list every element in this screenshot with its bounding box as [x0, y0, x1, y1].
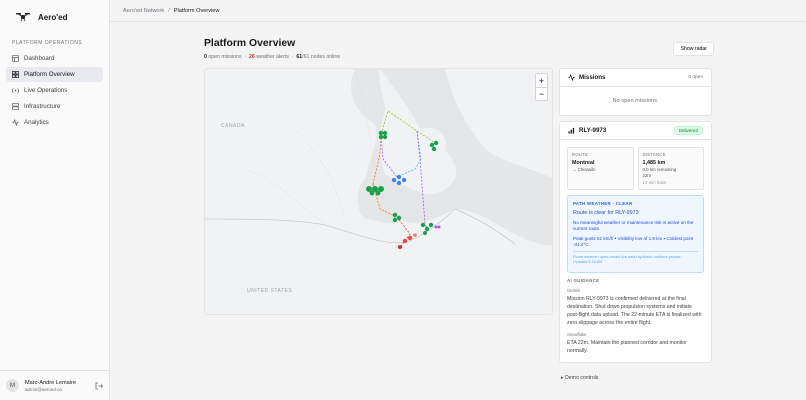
nodes-online-count: 61 — [296, 54, 303, 60]
sidebar-item-label: Platform Overview — [24, 71, 75, 78]
hubs-value: 12 min base — [642, 180, 667, 185]
breadcrumb-separator: / — [168, 7, 170, 14]
radio-icon — [12, 88, 19, 93]
drone-logo-icon — [16, 13, 30, 22]
weather-alerts-label: weather alerts — [256, 54, 289, 60]
user-profile: M Marc-Andre Lemaire admin@aeroed.ca — [0, 370, 109, 400]
guidance-gemini-text: Mission RLY-9973 is confirmed delivered … — [567, 296, 702, 326]
user-name: Marc-Andre Lemaire — [25, 379, 76, 386]
distance-label: DISTANCE — [642, 152, 666, 157]
distance-value: 1,485 km — [642, 160, 666, 166]
server-icon — [12, 103, 19, 110]
open-missions-count: 0 — [204, 54, 207, 60]
route-destination: → Chisasibi — [572, 167, 596, 172]
map-label-usa: UNITED STATES — [247, 288, 292, 294]
overview-stats: 0 open missions · 26 weather alerts · 61… — [204, 54, 341, 60]
sidebar: Aero'ed PLATFORM OPERATIONS Dashboard Pl… — [0, 0, 110, 400]
ai-guidance: AI GUIDANCE Gemini Mission RLY-9973 is c… — [567, 273, 704, 355]
nodes-total: 61 — [303, 54, 310, 60]
mission-id: RLY-9973 — [579, 127, 607, 134]
status-badge: Delivered — [673, 126, 703, 135]
route-label: ROUTE — [572, 152, 589, 157]
activity-icon — [12, 119, 19, 126]
open-missions-label: open missions — [208, 54, 242, 60]
eta-value: 22m — [642, 173, 652, 178]
sidebar-item-label: Analytics — [24, 119, 49, 126]
sidebar-item-infrastructure[interactable]: Infrastructure — [6, 99, 103, 114]
overview-icon — [12, 71, 19, 78]
avatar: M — [6, 379, 19, 392]
sidebar-item-dashboard[interactable]: Dashboard — [6, 51, 103, 66]
guidance-snowflake-label: Snowflake — [567, 332, 587, 337]
weather-source: Route weather: open-meteo live-data+synt… — [573, 251, 698, 265]
weather-alerts-count: 26 — [249, 54, 255, 60]
demo-controls-toggle[interactable]: ▸ Demo controls — [559, 375, 712, 381]
zoom-out-button[interactable]: − — [536, 87, 547, 100]
weather-title: PATH WEATHER · CLEAR — [573, 201, 633, 206]
sidebar-item-platform-overview[interactable]: Platform Overview — [6, 67, 103, 82]
breadcrumb-root[interactable]: Aero'ed Network — [123, 8, 164, 14]
weather-metrics: Peak gusts 61 km/h • Visibility low of 1… — [573, 236, 694, 247]
show-radar-button[interactable]: Show radar — [673, 42, 714, 56]
side-panel: Missions 0 open No open missions. RLY-99… — [559, 68, 712, 381]
missions-empty: No open missions. — [612, 98, 659, 104]
distance-remaining: 0.0 km remaining — [642, 167, 677, 172]
weather-summary: Route is clear for RLY-9973 — [573, 210, 639, 216]
mission-detail-card: RLY-9973 Delivered ROUTE Montreal → Chis… — [559, 121, 712, 363]
zoom-control: + − — [535, 73, 548, 101]
logout-icon[interactable] — [95, 382, 103, 390]
guidance-heading: AI GUIDANCE — [567, 278, 600, 283]
network-map[interactable]: CANADA UNITED STATES + − — [204, 68, 553, 315]
sidebar-item-live-operations[interactable]: Live Operations — [6, 83, 103, 98]
main-area: Aero'ed Network / Platform Overview Plat… — [110, 0, 806, 400]
map-label-canada: CANADA — [221, 123, 245, 129]
sidebar-item-label: Live Operations — [24, 87, 68, 94]
page-title: Platform Overview — [204, 38, 296, 49]
map-canvas: CANADA UNITED STATES — [205, 69, 552, 314]
app-name: Aero'ed — [38, 12, 68, 22]
activity-icon — [568, 74, 575, 81]
sidebar-item-analytics[interactable]: Analytics — [6, 115, 103, 130]
guidance-snowflake-text: ETA 22m. Maintain the planned corridor a… — [567, 340, 687, 354]
distance-box: DISTANCE 1,485 km 0.0 km remaining 22m 1… — [637, 147, 704, 190]
breadcrumb-current: Platform Overview — [173, 7, 220, 14]
weather-detail: No meaningful weather or maintenance ris… — [573, 220, 694, 231]
breadcrumb: Aero'ed Network / Platform Overview — [110, 0, 806, 22]
nav-heading: PLATFORM OPERATIONS — [12, 40, 83, 46]
route-origin: Montreal — [572, 160, 595, 166]
user-email: admin@aeroed.ca — [25, 386, 62, 392]
path-weather-panel: PATH WEATHER · CLEAR Route is clear for … — [567, 195, 704, 273]
sidebar-item-label: Dashboard — [24, 55, 55, 62]
sidebar-item-label: Infrastructure — [24, 103, 61, 110]
guidance-gemini-label: Gemini — [567, 288, 581, 293]
nodes-online-label: nodes online — [310, 54, 341, 60]
dashboard-icon — [12, 55, 19, 62]
route-box: ROUTE Montreal → Chisasibi — [567, 147, 634, 190]
signal-icon — [568, 127, 575, 134]
brand[interactable]: Aero'ed — [0, 0, 109, 34]
zoom-in-button[interactable]: + — [536, 74, 547, 87]
missions-count: 0 open — [688, 75, 703, 80]
missions-title: Missions — [579, 74, 606, 81]
missions-card: Missions 0 open No open missions. — [559, 68, 712, 116]
